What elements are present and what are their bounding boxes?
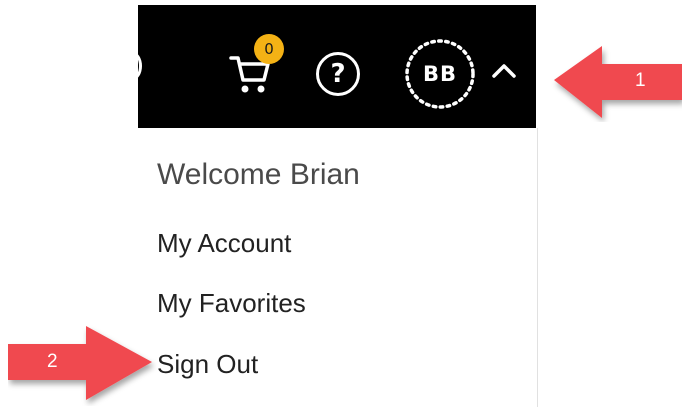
- annotation-label-2: 2: [47, 351, 58, 372]
- avatar-initials: BB: [422, 62, 457, 86]
- my-account-link[interactable]: My Account: [157, 228, 291, 259]
- screenshot-stage: 0 ? BB Welcome Brian My Account My Favor…: [0, 0, 682, 407]
- annotation-arrow-1: [554, 46, 682, 118]
- cart-count-badge: 0: [254, 34, 284, 64]
- help-icon: ?: [330, 59, 346, 89]
- annotation-label-1: 1: [635, 70, 646, 91]
- welcome-message: Welcome Brian: [157, 158, 360, 191]
- annotation-arrow-2: [8, 326, 152, 400]
- user-avatar-button[interactable]: BB: [403, 37, 477, 111]
- sign-out-link[interactable]: Sign Out: [157, 349, 258, 380]
- account-dropdown-menu: Welcome Brian My Account My Favorites Si…: [138, 128, 538, 407]
- help-button[interactable]: ?: [316, 52, 360, 96]
- partial-search-icon[interactable]: [138, 52, 142, 80]
- account-header-bar: 0 ? BB: [138, 5, 536, 128]
- chevron-up-icon[interactable]: [490, 62, 518, 80]
- my-favorites-link[interactable]: My Favorites: [157, 288, 306, 319]
